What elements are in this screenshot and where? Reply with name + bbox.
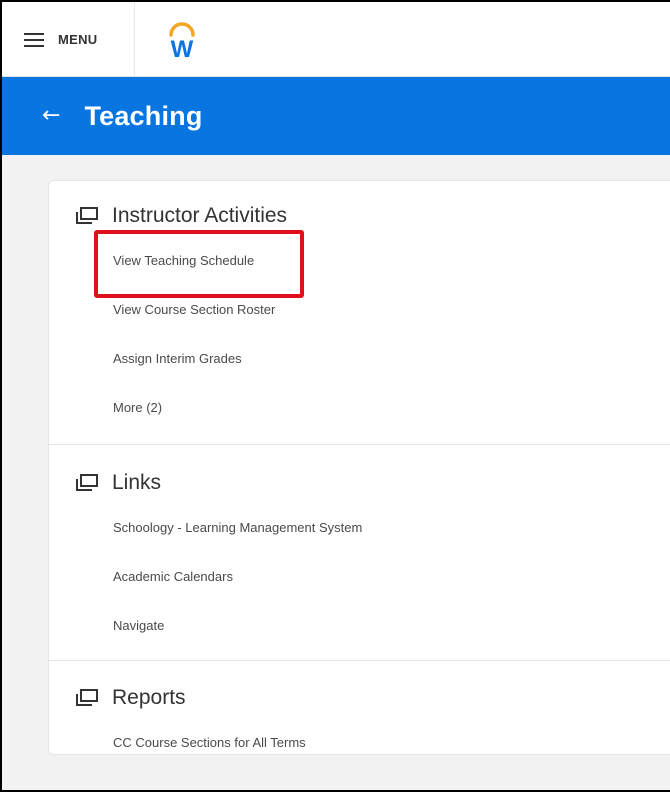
section-title: Links bbox=[112, 471, 162, 494]
menu-label: MENU bbox=[58, 32, 98, 47]
windows-icon bbox=[76, 689, 98, 706]
section-links: Links Schoology - Learning Management Sy… bbox=[49, 445, 670, 661]
page-header: ← Teaching bbox=[2, 77, 670, 155]
section-reports: Reports CC Course Sections for All Terms bbox=[49, 661, 670, 754]
link-navigate[interactable]: Navigate bbox=[113, 601, 670, 650]
app-frame: MENU W ← Teaching Instructor Activities … bbox=[0, 0, 670, 792]
link-more[interactable]: More (2) bbox=[113, 383, 670, 432]
workday-logo[interactable]: W bbox=[165, 19, 199, 61]
link-assign-interim-grades[interactable]: Assign Interim Grades bbox=[113, 334, 670, 383]
section-header: Instructor Activities bbox=[49, 203, 670, 229]
section-title: Instructor Activities bbox=[112, 204, 288, 227]
hamburger-icon bbox=[24, 32, 44, 47]
section-instructor-activities: Instructor Activities View Teaching Sche… bbox=[49, 181, 670, 445]
windows-icon bbox=[76, 474, 98, 491]
worklet-card: Instructor Activities View Teaching Sche… bbox=[48, 180, 670, 755]
section-header: Links bbox=[49, 470, 670, 496]
menu-button[interactable]: MENU bbox=[2, 2, 135, 77]
link-academic-calendars[interactable]: Academic Calendars bbox=[113, 552, 670, 601]
link-view-teaching-schedule[interactable]: View Teaching Schedule bbox=[113, 236, 670, 285]
section-header: Reports bbox=[49, 685, 670, 711]
windows-icon bbox=[76, 207, 98, 224]
arrow-left-icon[interactable]: ← bbox=[42, 105, 60, 127]
page-title: Teaching bbox=[84, 100, 203, 131]
link-schoology[interactable]: Schoology - Learning Management System bbox=[113, 503, 670, 552]
section-title: Reports bbox=[112, 686, 186, 709]
top-bar: MENU W bbox=[2, 2, 670, 77]
logo-letter: W bbox=[171, 36, 194, 61]
link-cc-course-sections[interactable]: CC Course Sections for All Terms bbox=[113, 718, 670, 767]
link-view-course-section-roster[interactable]: View Course Section Roster bbox=[113, 285, 670, 334]
